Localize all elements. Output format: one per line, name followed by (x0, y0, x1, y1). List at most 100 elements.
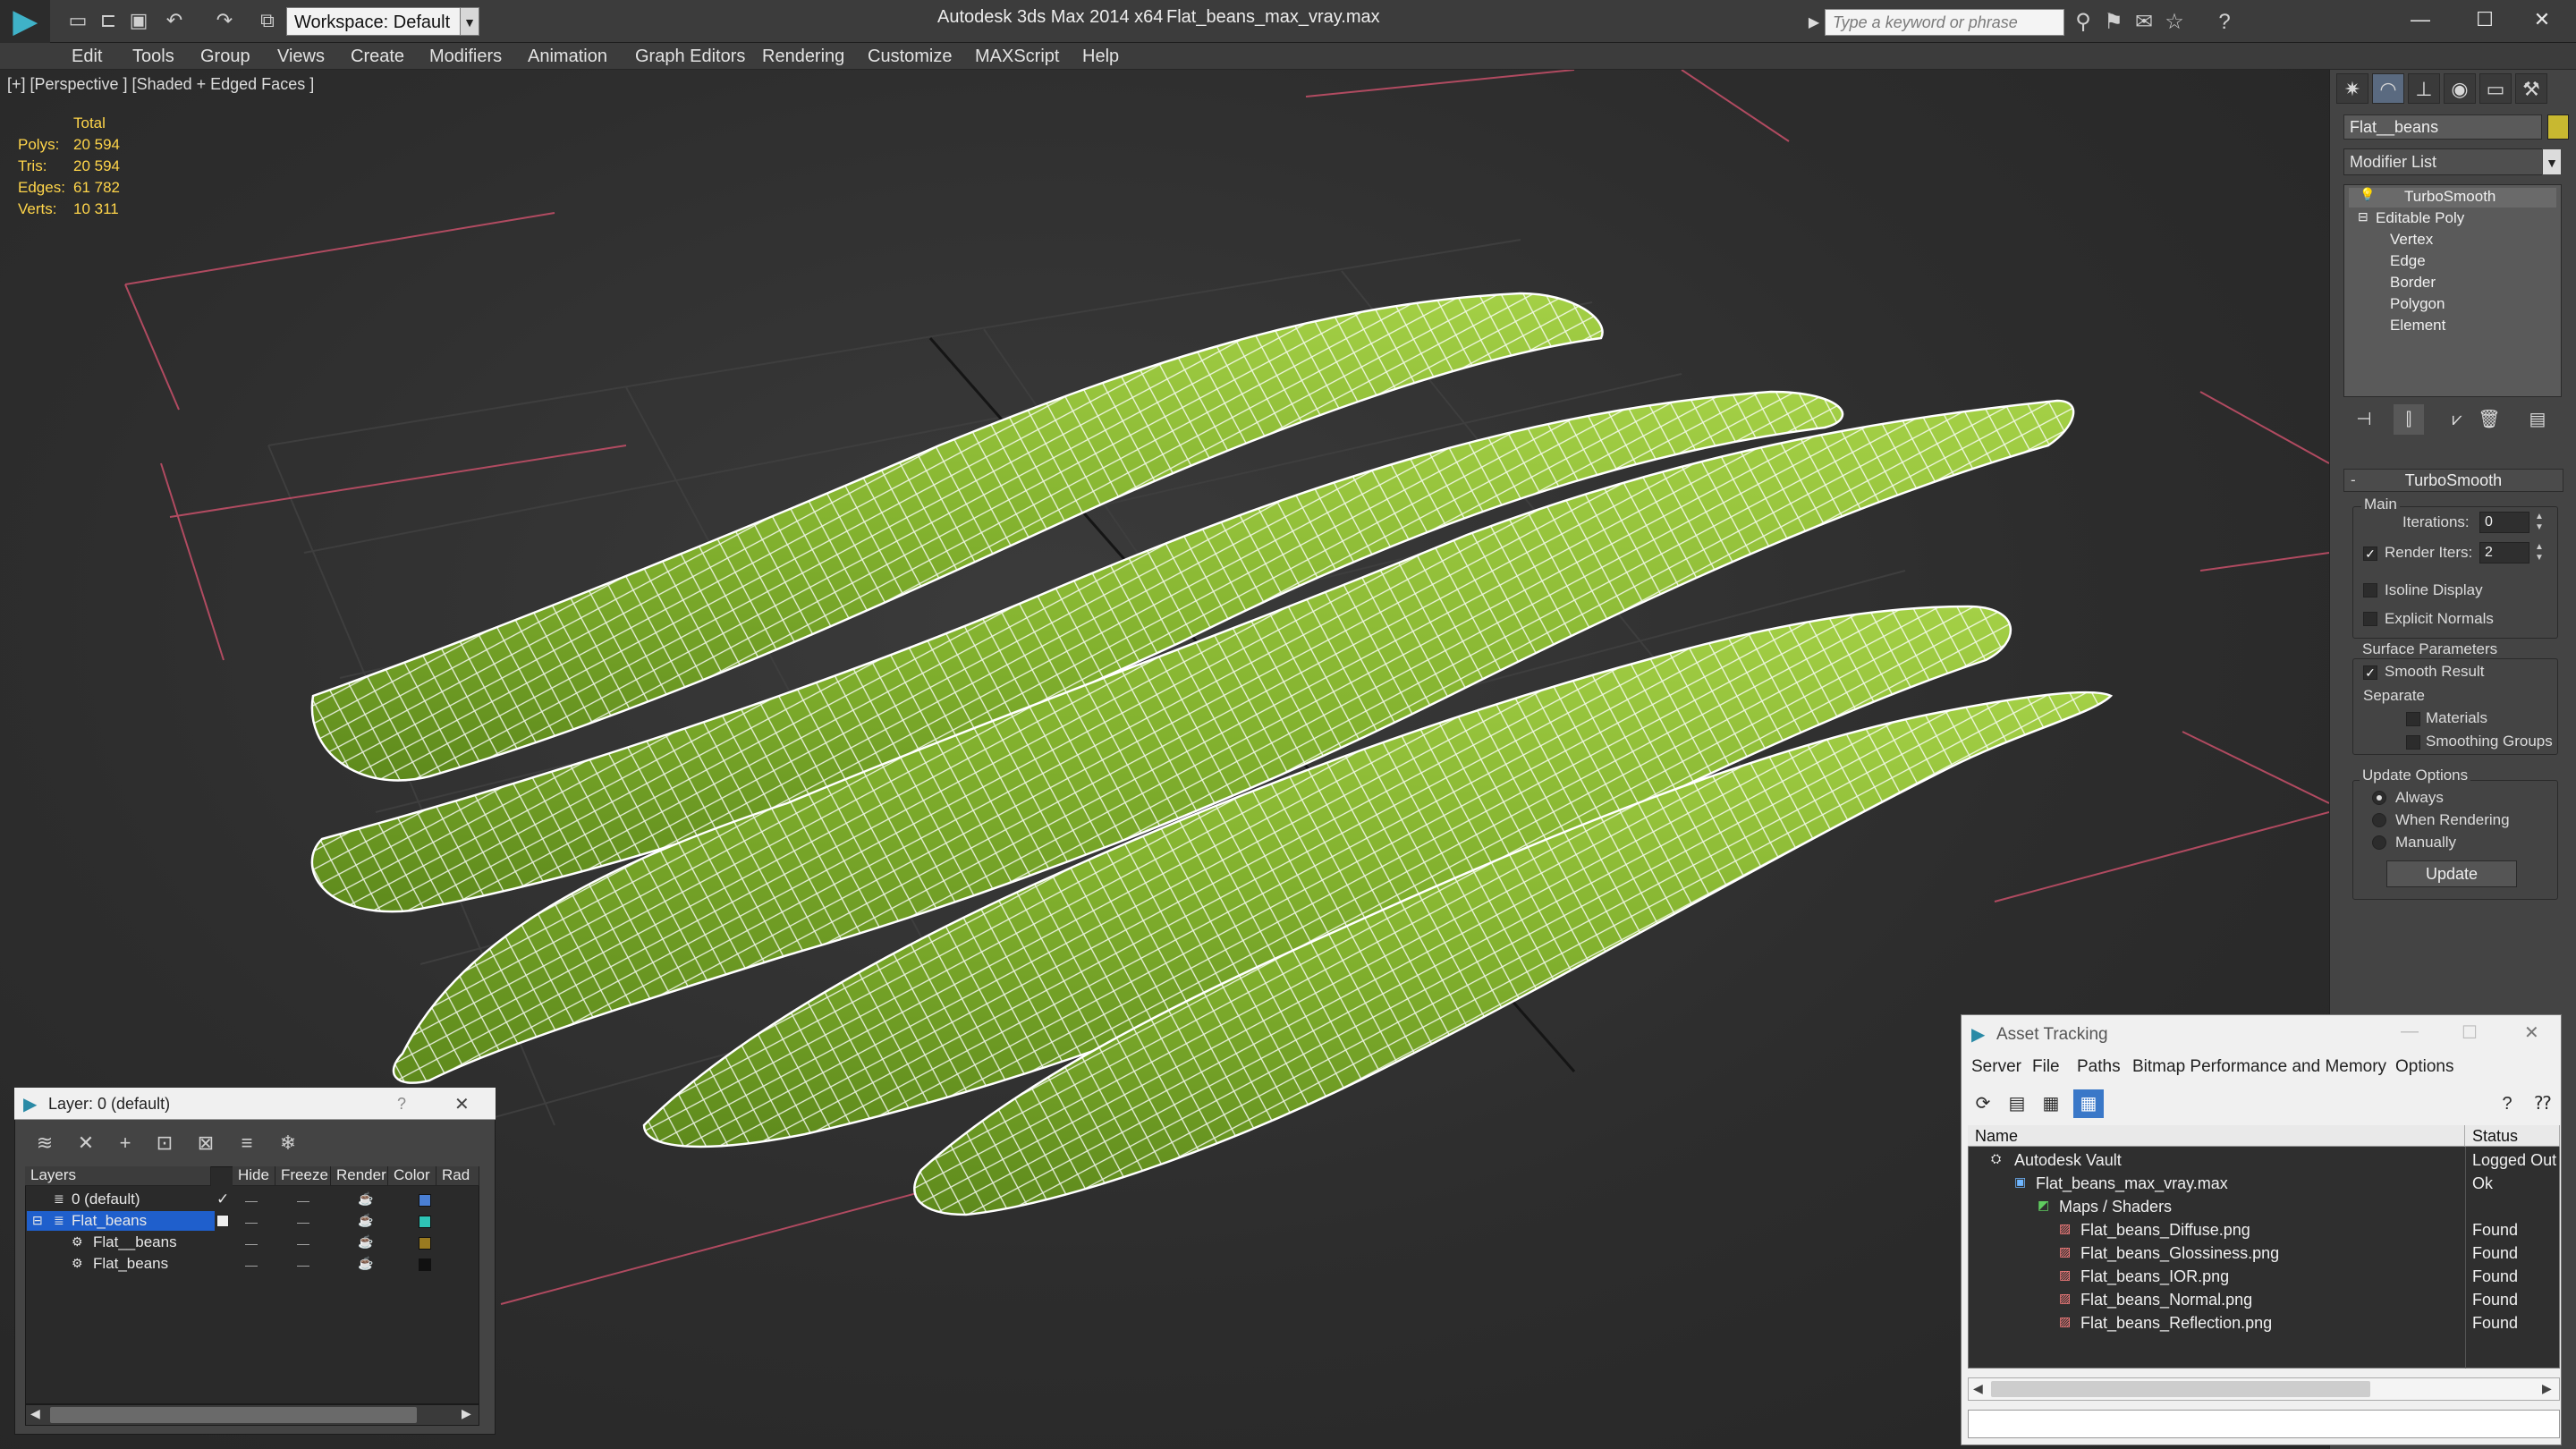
scrollbar-thumb[interactable] (1991, 1381, 2370, 1397)
menu-rendering[interactable]: Rendering (762, 43, 844, 70)
render-teapot-icon[interactable]: ☕ (358, 1213, 373, 1228)
viewport-label[interactable]: [+] [Perspective ] [Shaded + Edged Faces… (7, 75, 314, 94)
project-folder-icon[interactable]: ⧉ (254, 7, 281, 34)
col-color[interactable]: Color (388, 1166, 436, 1186)
highlight-layer-icon[interactable]: ⊠ (190, 1127, 222, 1159)
scroll-left-icon[interactable]: ◀ (1973, 1381, 1983, 1396)
menu-help[interactable]: Help (1082, 43, 1119, 70)
make-unique-icon[interactable]: ⩗ (2442, 404, 2472, 435)
favorites-star-icon[interactable]: ☆ (2159, 9, 2190, 36)
hide-toggle[interactable]: — (245, 1236, 258, 1250)
col-layers[interactable]: Layers (25, 1166, 211, 1186)
menu-views[interactable]: Views (277, 43, 325, 70)
object-name[interactable]: Flat_beans (93, 1255, 168, 1273)
object-color-swatch[interactable] (2547, 114, 2569, 140)
smoothing-groups-checkbox[interactable] (2406, 735, 2420, 750)
asset-row-name[interactable]: Flat_beans_Reflection.png (2080, 1314, 2272, 1333)
scroll-right-icon[interactable]: ▶ (2542, 1381, 2552, 1396)
scroll-right-icon[interactable]: ▶ (462, 1406, 471, 1421)
col-render[interactable]: Render (331, 1166, 388, 1186)
asset-menu-options[interactable]: Options (2395, 1057, 2453, 1077)
hierarchy-tab-icon[interactable]: ⊥ (2408, 73, 2440, 104)
layer-name[interactable]: 0 (default) (72, 1191, 140, 1208)
freeze-toggle[interactable]: — (297, 1193, 309, 1208)
stack-item-vertex[interactable]: Vertex (2390, 231, 2433, 249)
table-view-icon[interactable]: ▦ (2073, 1089, 2104, 1118)
new-file-icon[interactable]: ▭ (64, 7, 91, 34)
pin-stack-icon[interactable]: ⊣ (2349, 404, 2379, 435)
maximize-icon[interactable]: ☐ (2462, 1021, 2478, 1044)
isoline-display-checkbox[interactable] (2363, 583, 2377, 597)
close-icon[interactable]: ✕ (2515, 4, 2569, 36)
menu-animation[interactable]: Animation (528, 43, 607, 70)
stack-item-turbosmooth[interactable]: TurboSmooth (2404, 188, 2496, 206)
help-icon[interactable]: ? (2492, 1089, 2522, 1118)
remove-modifier-icon[interactable]: 🗑 (2474, 404, 2504, 435)
collapse-icon[interactable]: ⊟ (2358, 209, 2368, 225)
menu-tools[interactable]: Tools (132, 43, 174, 70)
create-tab-icon[interactable]: ✷ (2336, 73, 2368, 104)
iterations-spinner[interactable]: 0 (2479, 512, 2529, 533)
freeze-toggle[interactable]: — (297, 1258, 309, 1272)
undo-icon[interactable]: ↶ (161, 7, 188, 34)
modify-tab-icon[interactable]: ◠ (2372, 73, 2404, 104)
refresh-icon[interactable]: ⟳ (1968, 1089, 1998, 1118)
spinner-arrows-icon[interactable]: ▲ ▼ (2533, 542, 2546, 564)
smooth-result-checkbox[interactable]: ✓ (2363, 665, 2377, 680)
stack-item-editable-poly[interactable]: Editable Poly (2376, 209, 2464, 227)
render-teapot-icon[interactable]: ☕ (358, 1234, 373, 1250)
spinner-arrows-icon[interactable]: ▲ ▼ (2533, 512, 2546, 533)
col-hide[interactable]: Hide (233, 1166, 275, 1186)
layers-icon[interactable]: ≋ (29, 1127, 61, 1159)
asset-menu-bitmap-performance[interactable]: Bitmap Performance and Memory (2132, 1057, 2386, 1077)
menu-maxscript[interactable]: MAXScript (975, 43, 1059, 70)
menu-create[interactable]: Create (351, 43, 404, 70)
utilities-tab-icon[interactable]: ⚒ (2515, 73, 2547, 104)
chevron-down-icon[interactable]: ▼ (2542, 148, 2562, 175)
update-button[interactable]: Update (2386, 860, 2517, 887)
hide-all-icon[interactable]: ≡ (231, 1127, 263, 1159)
asset-row-name[interactable]: Flat_beans_Normal.png (2080, 1291, 2252, 1309)
asset-row-name[interactable]: Autodesk Vault (2014, 1151, 2122, 1170)
help-icon[interactable]: ? (397, 1095, 406, 1114)
object-name[interactable]: Flat__beans (93, 1233, 177, 1251)
object-color-swatch[interactable] (419, 1258, 431, 1271)
maximize-icon[interactable]: ☐ (2458, 4, 2512, 36)
explicit-normals-checkbox[interactable] (2363, 612, 2377, 626)
when-rendering-radio[interactable] (2372, 813, 2386, 827)
menu-modifiers[interactable]: Modifiers (429, 43, 502, 70)
save-file-icon[interactable]: ▣ (125, 7, 152, 34)
workspace-dropdown[interactable]: Workspace: Default (286, 7, 479, 36)
open-file-icon[interactable]: ⊏ (95, 7, 122, 34)
stack-item-polygon[interactable]: Polygon (2390, 295, 2445, 313)
always-radio[interactable] (2372, 791, 2386, 805)
asset-row-name[interactable]: Maps / Shaders (2059, 1198, 2172, 1216)
app-logo-button[interactable]: ▶ (0, 0, 50, 43)
menu-graph-editors[interactable]: Graph Editors (635, 43, 745, 70)
motion-tab-icon[interactable]: ◉ (2444, 73, 2476, 104)
scrollbar-thumb[interactable] (50, 1407, 417, 1423)
render-teapot-icon[interactable]: ☕ (358, 1191, 373, 1207)
menu-edit[interactable]: Edit (72, 43, 102, 70)
hide-toggle[interactable]: — (245, 1193, 258, 1208)
active-layer-check-icon[interactable]: ✓ (216, 1191, 229, 1208)
menu-group[interactable]: Group (200, 43, 250, 70)
menu-customize[interactable]: Customize (868, 43, 952, 70)
thumbnail-view-icon[interactable]: ▦ (2036, 1089, 2066, 1118)
render-teapot-icon[interactable]: ☕ (358, 1256, 373, 1271)
freeze-all-icon[interactable]: ❄ (272, 1127, 304, 1159)
col-name[interactable]: Name (1968, 1125, 2465, 1147)
layer-color-swatch[interactable] (419, 1194, 431, 1207)
chevron-down-icon[interactable]: ▼ (460, 7, 479, 36)
modifier-list-dropdown[interactable]: Modifier List (2343, 148, 2562, 175)
col-freeze[interactable]: Freeze (275, 1166, 331, 1186)
minimize-icon[interactable]: — (2401, 1021, 2419, 1042)
materials-checkbox[interactable] (2406, 712, 2420, 726)
subscription-icon[interactable]: ⚑ (2098, 9, 2129, 36)
render-iters-checkbox[interactable]: ✓ (2363, 547, 2377, 561)
object-color-swatch[interactable] (419, 1237, 431, 1250)
show-end-result-icon[interactable]: ⫿ (2394, 404, 2424, 435)
redo-icon[interactable]: ↷ (211, 7, 238, 34)
asset-row-name[interactable]: Flat_beans_Diffuse.png (2080, 1221, 2250, 1240)
turbosmooth-rollout-header[interactable]: TurboSmooth (2343, 469, 2563, 492)
